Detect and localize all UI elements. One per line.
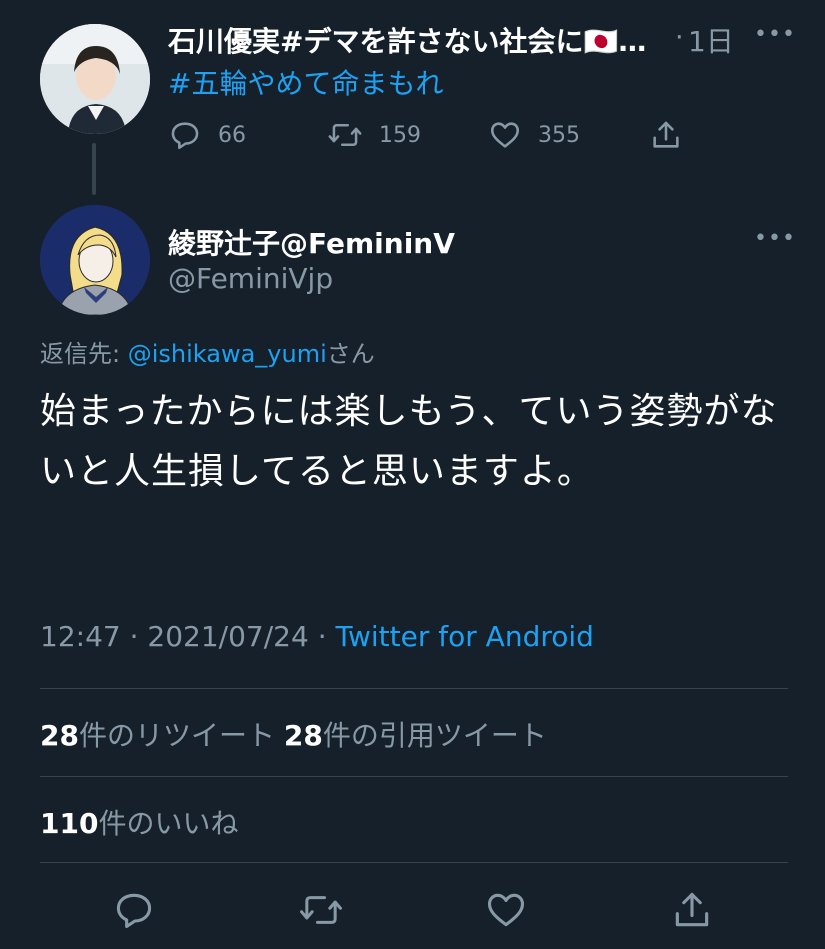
more-icon[interactable]: ••• <box>754 228 796 250</box>
meta-separator: · <box>317 620 327 653</box>
like-icon <box>487 893 525 927</box>
client-link[interactable]: Twitter for Android <box>336 620 594 653</box>
retweet-label: 件のリツイート <box>78 719 275 752</box>
like-icon <box>488 118 522 152</box>
reply-button[interactable] <box>112 888 156 932</box>
share-icon <box>649 118 683 152</box>
divider <box>40 688 788 689</box>
like-button[interactable] <box>484 888 528 932</box>
engagement-counts-row: 28件のリツイート 28件の引用ツイート <box>40 714 547 754</box>
retweet-total: 28 <box>40 719 79 752</box>
parent-time-separator: · <box>675 22 684 53</box>
parent-more-icon[interactable]: ••• <box>754 24 796 46</box>
divider <box>40 862 788 863</box>
parent-author-name[interactable]: 石川優実#デマを許さない社会に🇯🇵… <box>168 20 646 60</box>
reply-to-line: 返信先: @ishikawa_yumiさん <box>40 334 375 369</box>
author-avatar[interactable] <box>40 205 150 315</box>
tweet-text: 始まったからには楽しもう、ていう姿勢がないと人生損してると思いますよ。 <box>40 391 778 492</box>
likes-link[interactable]: 110件のいいね <box>40 802 238 842</box>
author-handle[interactable]: @FeminiVjp <box>168 262 333 295</box>
divider <box>40 776 788 777</box>
parent-author-avatar[interactable] <box>40 24 150 134</box>
parent-retweet-button[interactable]: 159 <box>327 118 421 152</box>
meta-separator: · <box>129 620 139 653</box>
parent-hashtag-link[interactable]: #五輪やめて命まもれ <box>168 62 443 102</box>
retweet-icon <box>300 896 342 924</box>
parent-share-button[interactable] <box>649 118 683 152</box>
reply-to-prefix: 返信先: <box>40 340 128 368</box>
reply-icon <box>116 893 152 929</box>
like-count: 355 <box>538 122 580 148</box>
share-button[interactable] <box>670 888 714 932</box>
parent-reply-button[interactable]: 66 <box>168 118 246 152</box>
retweet-icon <box>327 118 363 152</box>
tweet-metadata: 12:47 · 2021/07/24 · Twitter for Android <box>40 620 594 653</box>
retweets-link[interactable]: 28件のリツイート <box>40 719 275 752</box>
like-label: 件のいいね <box>98 807 239 840</box>
parent-like-button[interactable]: 355 <box>488 118 580 152</box>
reply-icon <box>168 118 202 152</box>
reply-count: 66 <box>218 122 246 148</box>
like-total: 110 <box>40 807 99 840</box>
tweet-time: 12:47 <box>40 620 121 653</box>
retweet-button[interactable] <box>298 888 342 932</box>
quotes-link[interactable]: 28件の引用ツイート <box>284 719 547 752</box>
quote-label: 件の引用ツイート <box>322 719 547 752</box>
reply-to-suffix: さん <box>326 340 375 368</box>
reply-to-mention-link[interactable]: @ishikawa_yumi <box>128 340 327 368</box>
thread-connector-line <box>92 143 96 195</box>
tweet-date: 2021/07/24 <box>147 620 309 653</box>
retweet-count: 159 <box>379 122 421 148</box>
author-name[interactable]: 綾野辻子@FemininV <box>168 222 455 262</box>
parent-timestamp[interactable]: 1日 <box>688 20 734 60</box>
share-icon <box>675 892 709 927</box>
quote-total: 28 <box>283 719 323 752</box>
